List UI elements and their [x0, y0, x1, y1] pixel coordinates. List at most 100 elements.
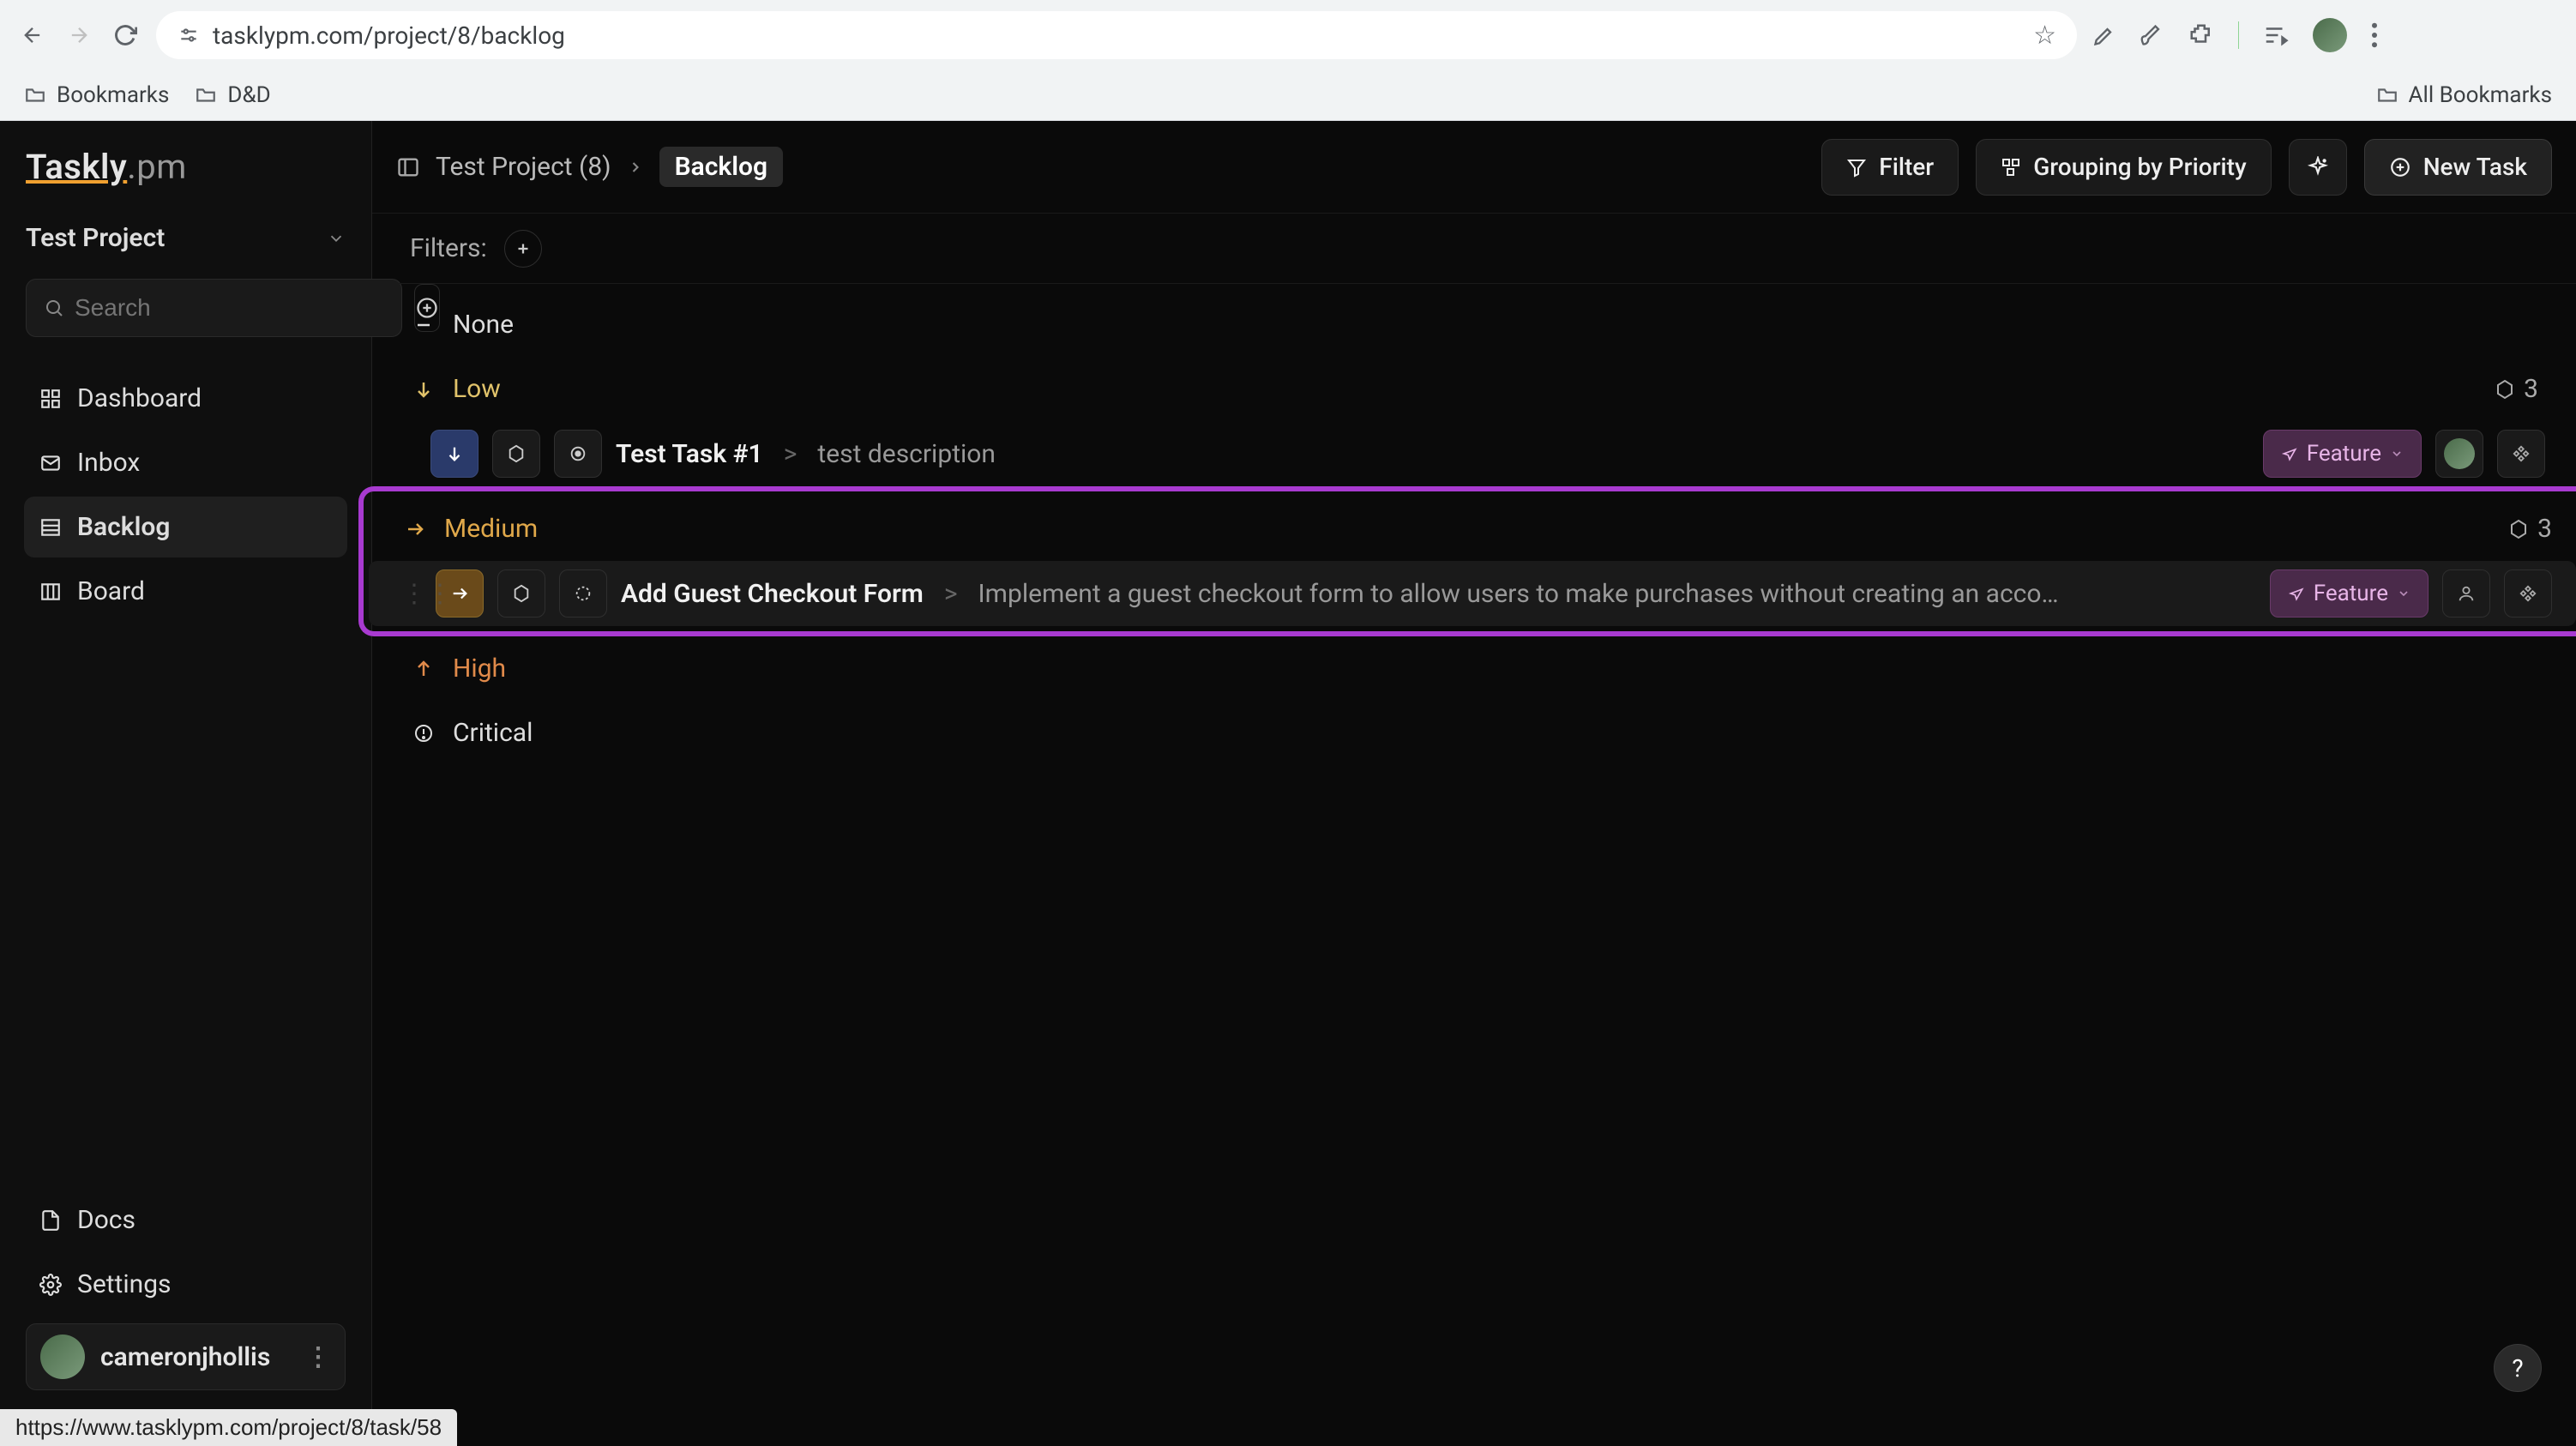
funnel-icon	[1846, 157, 1867, 178]
group-header-low[interactable]: Low 3	[396, 357, 2552, 421]
task-more-button[interactable]	[2497, 430, 2545, 478]
count-value: 3	[2537, 514, 2552, 544]
alert-circle-icon	[410, 723, 437, 744]
task-title: Add Guest Checkout Form	[621, 579, 924, 609]
group-count: 3	[2508, 514, 2552, 544]
filters-row: Filters:	[372, 214, 2576, 284]
back-button[interactable]	[17, 20, 48, 51]
chevron-down-icon	[2390, 447, 2404, 461]
group-header-medium[interactable]: Medium 3	[369, 497, 2576, 561]
assignee-avatar[interactable]	[2435, 430, 2483, 478]
grid-icon	[39, 388, 63, 410]
task-row[interactable]: ⋮⋮ Add Guest Checkout Form > Implement a…	[369, 561, 2576, 626]
story-points-chip[interactable]	[497, 569, 545, 618]
url-text: tasklypm.com/project/8/backlog	[213, 21, 2021, 50]
forward-button[interactable]	[63, 20, 94, 51]
nav-label: Docs	[77, 1205, 135, 1235]
group-header-none[interactable]: None	[396, 292, 2552, 357]
sidebar-item-board[interactable]: Board	[24, 561, 347, 622]
filter-button[interactable]: Filter	[1821, 139, 1959, 196]
search-input[interactable]	[26, 279, 402, 337]
task-description: Implement a guest checkout form to allow…	[978, 579, 2256, 609]
project-selector[interactable]: Test Project	[26, 223, 346, 253]
sidebar-item-settings[interactable]: Settings	[24, 1254, 347, 1315]
table-icon	[39, 516, 63, 539]
url-bar[interactable]: tasklypm.com/project/8/backlog ☆	[156, 11, 2077, 59]
task-separator: >	[944, 579, 958, 609]
menu-dots-icon[interactable]	[2371, 22, 2378, 48]
profile-avatar[interactable]	[2313, 18, 2347, 52]
user-avatar	[40, 1335, 85, 1379]
arrow-right-icon	[401, 519, 429, 539]
minus-icon	[410, 315, 437, 335]
group-header-critical[interactable]: Critical	[396, 701, 2552, 765]
sidebar-item-backlog[interactable]: Backlog	[24, 497, 347, 557]
brush-icon[interactable]	[2140, 23, 2164, 47]
all-bookmarks[interactable]: All Bookmarks	[2376, 82, 2552, 108]
tag-label: Feature	[2314, 581, 2388, 606]
chevron-down-icon	[327, 229, 346, 248]
site-settings-icon[interactable]	[177, 23, 201, 47]
sidebar-item-docs[interactable]: Docs	[24, 1190, 347, 1250]
bookmark-label: All Bookmarks	[2409, 82, 2552, 108]
group-header-high[interactable]: High	[396, 636, 2552, 701]
add-filter-button[interactable]	[504, 230, 542, 268]
filters-label: Filters:	[410, 233, 487, 263]
search-row	[26, 279, 346, 337]
bookmark-label: Bookmarks	[57, 82, 169, 108]
bookmark-star-icon[interactable]: ☆	[2033, 21, 2056, 51]
sidebar-toggle-icon[interactable]	[396, 155, 420, 179]
task-groups: None Low 3 Test Task #1 > test descripti…	[372, 284, 2576, 774]
status-chip[interactable]	[554, 430, 602, 478]
priority-chip-low[interactable]	[430, 430, 478, 478]
bookmark-folder-dnd[interactable]: D&D	[195, 82, 270, 108]
tag-feature[interactable]: Feature	[2263, 430, 2422, 478]
browser-right-icons	[2092, 18, 2378, 52]
new-task-button[interactable]: New Task	[2364, 139, 2552, 196]
chevron-right-icon	[627, 159, 644, 176]
playlist-icon[interactable]	[2263, 22, 2289, 48]
extensions-icon[interactable]	[2188, 22, 2214, 48]
group-icon	[2001, 157, 2021, 178]
task-separator: >	[784, 439, 797, 469]
user-menu[interactable]: cameronjhollis ⋮	[26, 1323, 346, 1390]
sidebar-item-dashboard[interactable]: Dashboard	[24, 368, 347, 429]
nav-label: Dashboard	[77, 383, 202, 413]
story-points-chip[interactable]	[492, 430, 540, 478]
mail-icon	[39, 452, 63, 474]
dots-icon: ⋮	[305, 1342, 331, 1372]
crumb-project[interactable]: Test Project (8)	[436, 152, 611, 182]
search-field[interactable]	[75, 294, 384, 322]
highlight-frame: Medium 3 ⋮⋮ Add Guest Checkout Form > Im…	[358, 486, 2576, 636]
logo-main: Taskly	[26, 147, 127, 187]
search-icon	[44, 298, 64, 318]
sparkle-button[interactable]	[2289, 139, 2347, 196]
group-label: Low	[453, 374, 501, 404]
assignee-empty[interactable]	[2442, 569, 2490, 618]
topbar-actions: Filter Grouping by Priority New Task	[1821, 139, 2552, 196]
nav-label: Backlog	[77, 512, 170, 542]
sidebar-bottom: Docs Settings cameronjhollis ⋮	[0, 1186, 371, 1407]
app-logo[interactable]: Taskly.pm	[0, 135, 371, 213]
bookmark-folder-bookmarks[interactable]: Bookmarks	[24, 82, 169, 108]
sidebar-item-inbox[interactable]: Inbox	[24, 432, 347, 493]
pen-icon[interactable]	[2092, 23, 2116, 47]
reload-button[interactable]	[110, 20, 141, 51]
crumb-current: Backlog	[659, 147, 783, 187]
task-more-button[interactable]	[2504, 569, 2552, 618]
nav-label: Board	[77, 576, 145, 606]
grouping-button[interactable]: Grouping by Priority	[1976, 139, 2272, 196]
logo-suffix: .pm	[127, 147, 187, 187]
status-chip[interactable]	[559, 569, 607, 618]
task-row[interactable]: Test Task #1 > test description Feature	[396, 421, 2552, 486]
tag-feature[interactable]: Feature	[2270, 569, 2429, 618]
main-content: Test Project (8) Backlog Filter Grouping…	[372, 121, 2576, 1421]
chevron-down-icon	[2397, 587, 2410, 600]
tag-label: Feature	[2307, 441, 2381, 467]
drag-handle-icon[interactable]: ⋮⋮	[401, 579, 422, 609]
bookmark-bar: Bookmarks D&D All Bookmarks	[0, 70, 2576, 120]
file-icon	[39, 1209, 63, 1232]
sidebar: Taskly.pm Test Project Dashboard Inbox	[0, 121, 372, 1421]
help-button[interactable]: ?	[2494, 1344, 2542, 1392]
group-label: Critical	[453, 718, 533, 748]
